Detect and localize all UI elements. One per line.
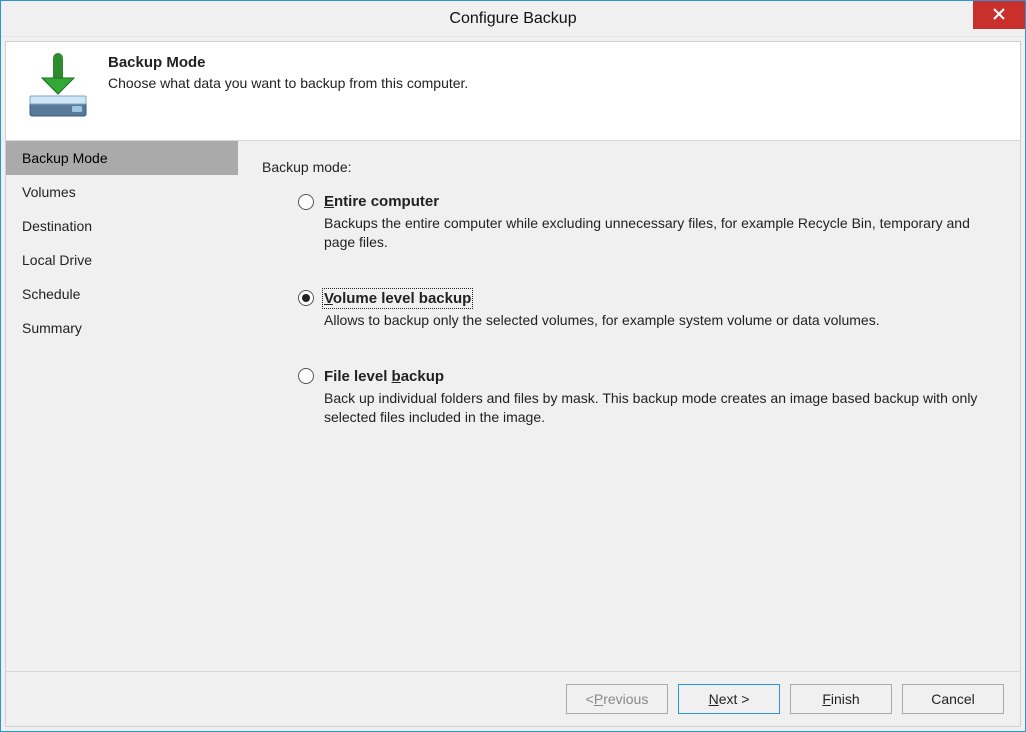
option-row: Entire computer [298,193,1004,210]
close-button[interactable] [973,1,1025,29]
wizard-window: Configure Backup Backup Mode [0,0,1026,732]
wizard-inner: Backup Mode Choose what data you want to… [5,41,1021,727]
option-title-entire-computer[interactable]: Entire computer [324,193,439,210]
backup-mode-options: Entire computer Backups the entire compu… [262,193,1004,426]
previous-button: < Previous [566,684,668,714]
backup-drive-icon [22,52,94,124]
radio-volume-level[interactable] [298,290,314,306]
sidebar-item-backup-mode[interactable]: Backup Mode [6,141,238,175]
option-row: File level backup [298,368,1004,385]
sidebar-item-volumes[interactable]: Volumes [6,175,238,209]
window-title: Configure Backup [449,10,576,28]
sidebar-item-schedule[interactable]: Schedule [6,277,238,311]
option-title-volume-level[interactable]: Volume level backup [324,290,471,307]
option-desc-entire-computer: Backups the entire computer while exclud… [324,214,984,252]
option-entire-computer: Entire computer Backups the entire compu… [298,193,1004,252]
sidebar-item-destination[interactable]: Destination [6,209,238,243]
wizard-footer: < Previous Next > Finish Cancel [6,671,1020,726]
wizard-body: Backup Mode Volumes Destination Local Dr… [6,141,1020,671]
sidebar-item-local-drive[interactable]: Local Drive [6,243,238,277]
option-desc-file-level: Back up individual folders and files by … [324,389,984,427]
wizard-sidebar: Backup Mode Volumes Destination Local Dr… [6,141,238,671]
option-title-file-level[interactable]: File level backup [324,368,444,385]
content-label: Backup mode: [262,159,1004,175]
wizard-content: Backup mode: Entire computer Backups the… [238,141,1020,671]
radio-entire-computer[interactable] [298,194,314,210]
titlebar: Configure Backup [1,1,1025,37]
next-button[interactable]: Next > [678,684,780,714]
wizard-header: Backup Mode Choose what data you want to… [6,42,1020,141]
header-text: Backup Mode Choose what data you want to… [108,52,468,124]
radio-file-level[interactable] [298,368,314,384]
header-title: Backup Mode [108,54,468,71]
header-description: Choose what data you want to backup from… [108,75,468,91]
close-icon [993,7,1005,23]
cancel-button[interactable]: Cancel [902,684,1004,714]
sidebar-item-summary[interactable]: Summary [6,311,238,345]
option-desc-volume-level: Allows to backup only the selected volum… [324,311,984,330]
option-volume-level: Volume level backup Allows to backup onl… [298,290,1004,330]
option-row: Volume level backup [298,290,1004,307]
option-file-level: File level backup Back up individual fol… [298,368,1004,427]
finish-button[interactable]: Finish [790,684,892,714]
